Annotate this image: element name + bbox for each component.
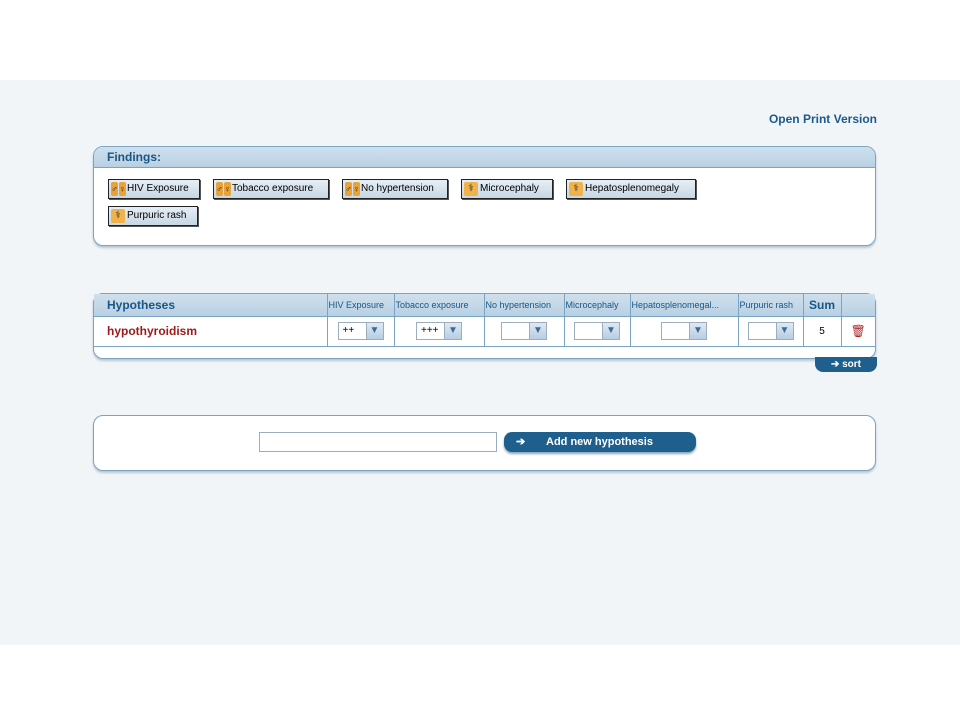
chevron-down-icon: ▼: [365, 323, 383, 339]
person-icon: ♂ ♀: [111, 182, 126, 196]
sum-value: 5: [802, 316, 841, 347]
table-cell: ▼: [483, 316, 564, 347]
person-icon: ♂ ♀: [345, 182, 360, 196]
column-header: Microcephaly: [563, 294, 630, 317]
finding-chip-tobacco-exposure[interactable]: ♂ ♀ Tobacco exposure: [213, 179, 329, 199]
hypotheses-table: Hypotheses HIV Exposure Tobacco exposure…: [94, 294, 875, 347]
finding-chip-purpuric-rash[interactable]: ⚕ Purpuric rash: [108, 206, 198, 226]
person-icon: ♂ ♀: [216, 182, 231, 196]
arrow-right-icon: ➔: [830, 359, 840, 370]
stethoscope-icon: ⚕: [111, 209, 125, 223]
column-header: No hypertension: [483, 294, 564, 317]
column-header: HIV Exposure: [326, 294, 394, 317]
trash-icon[interactable]: 🗑: [851, 324, 866, 338]
chevron-down-icon: ▼: [775, 323, 793, 339]
score-select-value: +++: [421, 325, 439, 336]
score-select[interactable]: ▼: [501, 322, 547, 340]
hypotheses-header-row: Hypotheses HIV Exposure Tobacco exposure…: [94, 294, 875, 317]
table-cell: ▼: [563, 316, 630, 347]
sum-column-header: Sum: [802, 294, 841, 317]
sort-button[interactable]: ➔ sort: [815, 357, 877, 372]
stethoscope-icon: ⚕: [569, 182, 583, 196]
table-cell: ▼: [737, 316, 803, 347]
score-select-value: ++: [342, 325, 355, 336]
findings-panel: Findings: ♂ ♀ HIV Exposure ♂ ♀ Tobacco exp…: [93, 146, 876, 246]
hypothesis-name: hypothyroidism: [94, 316, 327, 347]
actions-column-header: [840, 294, 875, 317]
table-cell: ++ ▼: [326, 316, 394, 347]
arrow-right-icon: ➔: [516, 436, 526, 448]
table-cell: +++ ▼: [393, 316, 484, 347]
add-new-hypothesis-label: Add new hypothesis: [546, 436, 653, 448]
finding-chip-microcephaly[interactable]: ⚕ Microcephaly: [461, 179, 553, 199]
open-print-version-link[interactable]: Open Print Version: [769, 112, 877, 126]
table-cell: 🗑: [840, 316, 875, 347]
findings-title: Findings:: [94, 147, 875, 168]
hypotheses-panel: Hypotheses HIV Exposure Tobacco exposure…: [93, 293, 876, 359]
table-cell: ▼: [629, 316, 738, 347]
chevron-down-icon: ▼: [444, 323, 461, 339]
chevron-down-icon: ▼: [529, 323, 546, 339]
column-header: Purpuric rash: [737, 294, 803, 317]
score-select[interactable]: ▼: [747, 322, 794, 340]
finding-chip-no-hypertension[interactable]: ♂ ♀ No hypertension: [342, 179, 448, 199]
table-row: hypothyroidism ++ ▼ +++ ▼ ▼ ▼ ▼ ▼ 5 🗑: [94, 316, 875, 347]
column-header: Hepatosplenomegal...: [629, 294, 738, 317]
chevron-down-icon: ▼: [602, 323, 619, 339]
column-header: Tobacco exposure: [393, 294, 484, 317]
new-hypothesis-input[interactable]: [259, 432, 497, 452]
stethoscope-icon: ⚕: [464, 182, 478, 196]
sort-button-label: sort: [842, 359, 862, 370]
add-new-hypothesis-button[interactable]: ➔ Add new hypothesis: [504, 432, 696, 452]
chevron-down-icon: ▼: [689, 323, 706, 339]
finding-chip-hepatosplenomegaly[interactable]: ⚕ Hepatosplenomegaly: [566, 179, 696, 199]
score-select[interactable]: +++ ▼: [416, 322, 462, 340]
score-select[interactable]: ▼: [661, 322, 707, 340]
score-select[interactable]: ++ ▼: [337, 322, 384, 340]
add-hypothesis-panel: ➔ Add new hypothesis: [93, 415, 876, 471]
hypotheses-title: Hypotheses: [94, 294, 327, 317]
finding-chip-hiv-exposure[interactable]: ♂ ♀ HIV Exposure: [108, 179, 200, 199]
score-select[interactable]: ▼: [574, 322, 620, 340]
